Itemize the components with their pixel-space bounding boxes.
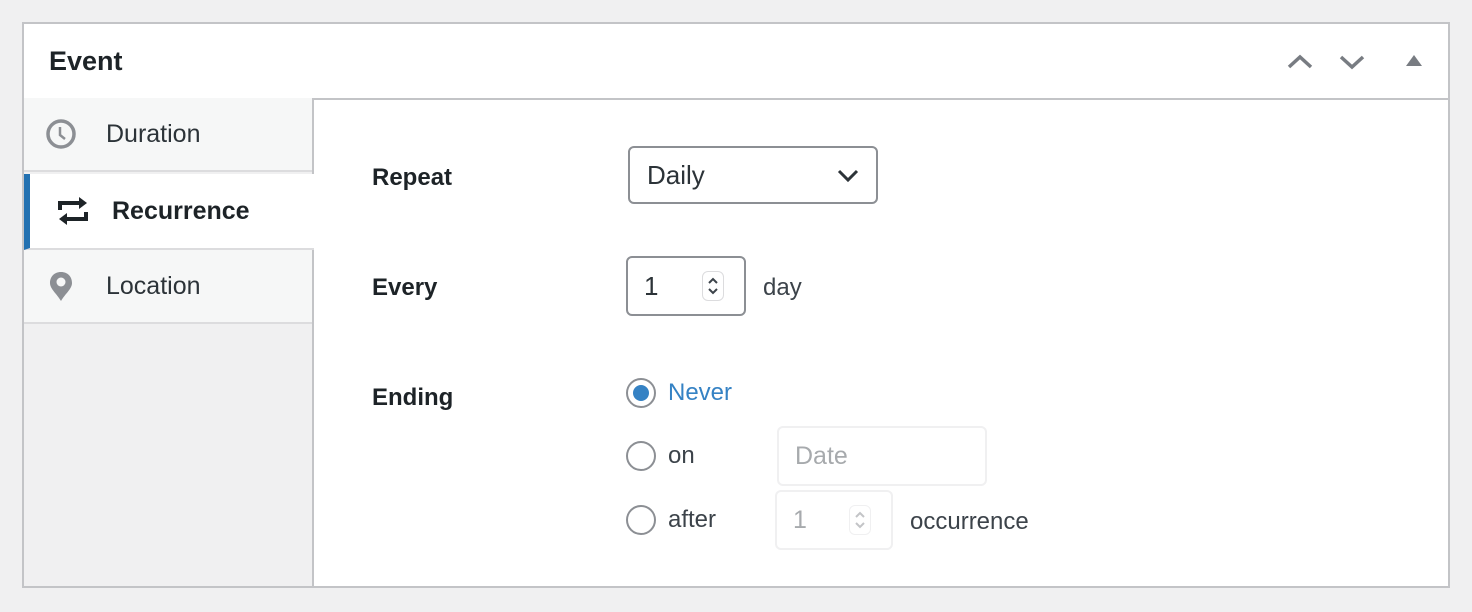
every-label: Every [372,274,438,301]
chevron-down-icon [837,169,859,183]
radio-circle[interactable] [626,441,656,471]
ending-never-radio[interactable]: Never [626,378,732,408]
tab-location[interactable]: Location [24,250,312,324]
number-spinner[interactable] [849,505,871,535]
repeat-label: Repeat [372,164,453,191]
ending-after-radio[interactable]: after [626,505,716,535]
tab-label: Location [106,271,201,300]
recurrence-content: Repeat Daily Every 1 day Ending Never on… [314,98,1448,586]
tab-duration[interactable]: Duration [24,98,312,172]
ending-on-radio[interactable]: on [626,441,695,471]
tab-label: Recurrence [112,196,250,225]
radio-circle[interactable] [626,378,656,408]
location-pin-icon [44,269,78,303]
tabs-sidebar: Duration Recurrence Location [24,98,314,586]
every-number-input[interactable]: 1 [626,256,746,316]
chevron-down-icon [1339,55,1365,70]
spinner-arrows-icon [708,277,718,295]
number-spinner[interactable] [702,271,724,301]
collapse-panel-button[interactable] [1398,46,1430,78]
radio-label: after [668,506,717,533]
move-down-button[interactable] [1336,46,1368,78]
occurrence-unit: occurrence [910,508,1029,535]
tab-recurrence[interactable]: Recurrence [24,174,314,250]
radio-label: Never [668,379,733,406]
every-value: 1 [644,270,659,301]
every-unit: day [763,274,802,301]
tab-label: Duration [106,119,201,148]
occurrence-number-input[interactable]: 1 [775,490,893,550]
occurrence-value: 1 [793,505,807,534]
ending-label: Ending [372,384,454,411]
panel-title: Event [49,46,123,76]
radio-label: on [668,442,695,469]
triangle-up-icon [1406,55,1422,66]
event-panel: Event Duration Recurrence Location Repea… [22,22,1450,588]
chevron-up-icon [1287,54,1313,69]
repeat-select[interactable]: Daily [628,146,878,204]
clock-icon [44,117,78,151]
end-date-input[interactable]: Date [777,426,987,486]
radio-circle[interactable] [626,505,656,535]
date-placeholder: Date [795,441,848,470]
repeat-icon [56,194,90,228]
panel-header: Event [24,24,1448,100]
spinner-arrows-icon [855,511,865,529]
move-up-button[interactable] [1284,46,1316,78]
repeat-value: Daily [647,159,705,190]
